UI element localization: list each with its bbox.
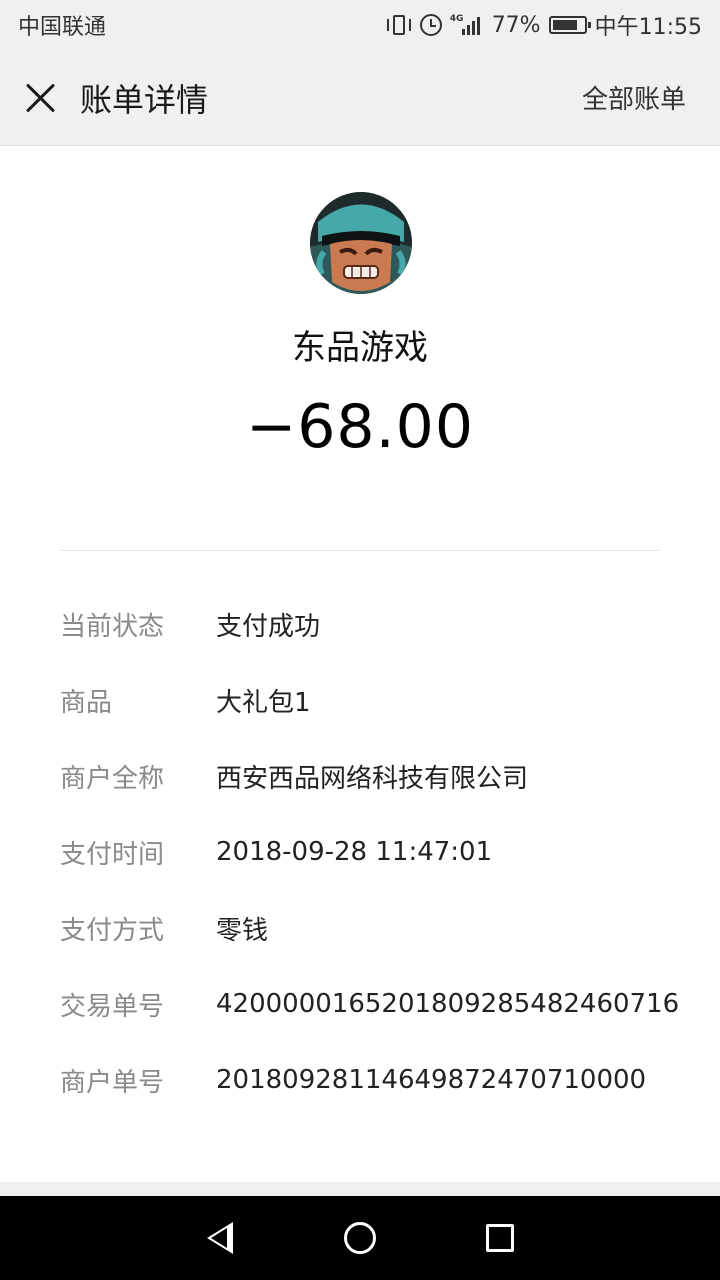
detail-label: 商户单号 [60, 1067, 165, 1098]
bottom-spacer [0, 1182, 720, 1196]
recents-square-icon [486, 1224, 514, 1252]
detail-value: 大礼包1 [216, 687, 311, 718]
detail-value: 零钱 [216, 915, 269, 946]
battery-icon [548, 16, 591, 34]
detail-value: 支付成功 [216, 611, 321, 642]
detail-label: 商户全称 [60, 763, 165, 794]
close-icon [25, 83, 55, 113]
system-nav-bar [0, 1196, 720, 1280]
carrier-name: 中国联通 [18, 15, 107, 40]
detail-row-merchant-order-id: 商户单号 20180928114649872470710000 [60, 1042, 680, 1118]
page-title: 账单详情 [80, 80, 209, 119]
detail-row-payment-time: 支付时间 2018-09-28 11:47:01 [60, 814, 680, 890]
clock: 中午11:55 [594, 15, 702, 40]
close-button[interactable] [0, 50, 80, 146]
divider [60, 550, 660, 551]
detail-label: 当前状态 [60, 611, 165, 642]
network-type: 4G [449, 14, 464, 24]
detail-row-merchant-full-name: 商户全称 西安西品网络科技有限公司 [60, 738, 680, 814]
payment-amount: −68.00 [245, 392, 475, 462]
vibrate-icon [386, 14, 412, 36]
detail-row-product: 商品 大礼包1 [60, 662, 680, 738]
detail-label: 支付方式 [60, 915, 165, 946]
detail-label: 交易单号 [60, 991, 165, 1022]
bill-detail-screen: 中国联通 4G 77% 中午11:55 账单详情 全部账单 东品游戏 −68.0… [0, 0, 720, 1280]
detail-label: 商品 [60, 687, 113, 718]
nav-header: 账单详情 全部账单 [0, 50, 720, 146]
detail-label: 支付时间 [60, 839, 165, 870]
signal-icon: 4G [450, 14, 484, 36]
detail-row-transaction-id: 交易单号 4200000165201809285482460716 [60, 966, 680, 1042]
detail-value[interactable]: 4200000165201809285482460716 [216, 989, 679, 1019]
detail-value[interactable]: 20180928114649872470710000 [216, 1065, 646, 1095]
back-triangle-icon [207, 1222, 233, 1254]
detail-value: 西安西品网络科技有限公司 [216, 763, 529, 794]
home-button[interactable] [330, 1208, 390, 1268]
battery-percent: 77% [491, 12, 541, 38]
game-character-avatar [310, 192, 412, 294]
alarm-icon [419, 14, 442, 36]
recents-button[interactable] [470, 1208, 530, 1268]
status-icons: 4G 77% 中午11:55 [386, 9, 702, 41]
status-bar: 中国联通 4G 77% 中午11:55 [0, 0, 720, 50]
merchant-name: 东品游戏 [292, 328, 428, 368]
all-bills-link[interactable]: 全部账单 [548, 79, 720, 116]
merchant-avatar [310, 192, 412, 294]
detail-row-payment-method: 支付方式 零钱 [60, 890, 680, 966]
detail-value: 2018-09-28 11:47:01 [216, 837, 493, 867]
detail-row-status: 当前状态 支付成功 [60, 586, 680, 662]
bill-details-list: 当前状态 支付成功 商品 大礼包1 商户全称 西安西品网络科技有限公司 支付时间… [60, 586, 680, 1118]
back-button[interactable] [190, 1208, 250, 1268]
home-circle-icon [344, 1222, 376, 1254]
